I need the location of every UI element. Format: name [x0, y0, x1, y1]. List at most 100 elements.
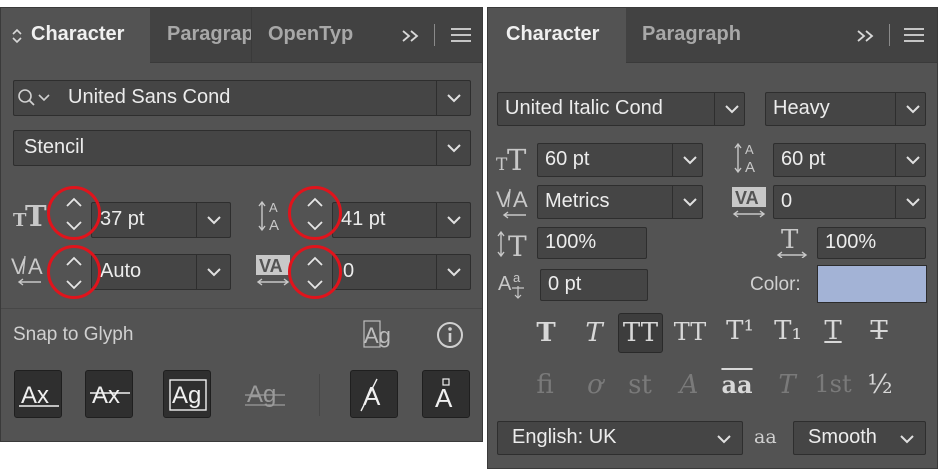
chevron-down-icon[interactable] [714, 93, 744, 125]
tab-character[interactable]: Character [488, 8, 626, 64]
font-size-field[interactable]: 60 pt [537, 143, 703, 177]
tab-paragraph[interactable]: Paragraph [626, 8, 766, 63]
leading-field[interactable]: 60 pt [773, 143, 926, 177]
snap-proximity-button[interactable]: Ag [241, 370, 289, 418]
svg-text:A: A [498, 273, 512, 295]
tracking-dropdown[interactable]: 0 [773, 185, 926, 219]
chevron-down-icon[interactable] [672, 144, 702, 176]
font-style-dropdown[interactable]: Stencil [13, 130, 471, 166]
tab-paragraph[interactable]: Paragrap [151, 8, 251, 63]
vertical-scale-field[interactable]: 100% [537, 227, 647, 259]
tab-character-label: Character [506, 23, 600, 45]
font-size-icon: T T [496, 143, 527, 174]
snap-angular-button[interactable]: A [350, 370, 398, 418]
collapse-arrows-icon[interactable] [11, 27, 23, 45]
snap-glyph-bounds-icon: Ag [169, 379, 207, 411]
leading-value: 41 pt [341, 208, 386, 230]
ordinals-button[interactable]: 1st [810, 370, 856, 406]
tracking-value: 0 [781, 190, 793, 212]
stylistic-alternates-button[interactable]: aa [717, 370, 757, 406]
search-icon[interactable] [17, 88, 55, 110]
chevron-down-icon[interactable] [436, 203, 470, 237]
tracking-dropdown[interactable]: 0 [332, 254, 471, 290]
tab-opentype-label: OpenTyp [268, 23, 354, 45]
chevron-down-icon[interactable] [899, 434, 915, 444]
chevron-down-icon[interactable] [895, 186, 925, 218]
font-size-icon: T T [13, 199, 47, 229]
hamburger-menu-icon[interactable] [904, 27, 924, 43]
character-panel-right: Character Paragraph United Italic Cond H… [487, 7, 938, 469]
chevron-down-icon[interactable] [672, 186, 702, 218]
chevron-down-icon[interactable] [716, 434, 732, 444]
menu-divider [434, 24, 435, 46]
chevron-down-icon[interactable] [196, 255, 230, 289]
kerning-value: Auto [100, 260, 142, 282]
tab-character-label: Character [31, 23, 125, 45]
chevron-down-icon[interactable] [436, 255, 470, 289]
font-size-field[interactable]: 37 pt [91, 202, 231, 238]
anti-aliasing-dropdown[interactable]: Smooth [793, 421, 926, 455]
faux-bold-button[interactable]: T [530, 318, 562, 352]
chevron-down-icon[interactable] [436, 131, 470, 165]
color-swatch[interactable] [817, 265, 927, 303]
svg-text:A: A [363, 381, 381, 411]
fractions-button[interactable]: ½ [862, 370, 898, 406]
highlight-circle [47, 186, 101, 240]
faux-italic-button[interactable]: T [578, 318, 610, 352]
snap-anchor-button[interactable]: A [422, 370, 470, 418]
leading-field[interactable]: 41 pt [332, 202, 471, 238]
section-divider [1, 308, 482, 309]
tracking-icon: VA [256, 255, 290, 286]
chevron-down-icon[interactable] [895, 144, 925, 176]
vertical-scale-value: 100% [545, 231, 597, 253]
snap-glyph-bounds-button[interactable]: Ag [163, 370, 211, 418]
highlight-circle [288, 245, 342, 299]
kerning-icon: V A [496, 187, 528, 219]
double-chevron-right-icon[interactable] [401, 29, 421, 43]
font-family-dropdown[interactable]: United Italic Cond [497, 92, 745, 126]
baseline-shift-field[interactable]: 0 pt [540, 269, 648, 301]
discretionary-ligatures-button[interactable]: st [623, 370, 657, 406]
chevron-down-icon[interactable] [196, 203, 230, 237]
ligatures-button[interactable]: fi [528, 370, 562, 406]
tab-character[interactable]: Character [1, 8, 150, 64]
snap-baseline-button[interactable]: Ax [14, 370, 62, 418]
baseline-shift-icon: A a [498, 270, 524, 299]
subscript-button[interactable]: T₁ [770, 316, 806, 350]
horizontal-scale-field[interactable]: 100% [817, 227, 926, 259]
snap-xheight-button[interactable]: Ax [85, 370, 133, 418]
kerning-value: Metrics [545, 190, 610, 212]
info-icon[interactable] [435, 320, 465, 350]
strikethrough-button[interactable]: T [862, 316, 896, 350]
font-style-dropdown[interactable]: Heavy [765, 92, 926, 126]
snap-glyph-icon[interactable]: Ag [362, 319, 398, 353]
small-caps-button[interactable]: TT [672, 318, 708, 352]
language-dropdown[interactable]: English: UK [497, 421, 743, 455]
baseline-shift-value: 0 pt [548, 273, 582, 295]
left-tab-bar: Character Paragrap OpenTyp [1, 8, 482, 64]
font-family-dropdown[interactable]: United Sans Cond [13, 80, 471, 116]
font-style-value: Stencil [24, 136, 85, 158]
chevron-down-icon[interactable] [436, 81, 470, 115]
font-family-value: United Italic Cond [505, 97, 663, 119]
chevron-down-icon[interactable] [895, 93, 925, 125]
font-style-value: Heavy [773, 97, 830, 119]
kerning-dropdown[interactable]: Auto [91, 254, 231, 290]
tracking-value: 0 [343, 260, 355, 282]
contextual-alternates-button[interactable]: ơ [578, 370, 612, 406]
button-divider [319, 374, 320, 416]
snap-to-glyph-label: Snap to Glyph [13, 324, 134, 345]
font-family-value: United Sans Cond [68, 86, 231, 108]
hamburger-menu-icon[interactable] [451, 27, 471, 43]
vertical-scale-icon: T [497, 230, 527, 260]
double-chevron-right-icon[interactable] [856, 29, 876, 43]
tab-opentype[interactable]: OpenTyp [252, 8, 357, 63]
swash-button[interactable]: A [672, 370, 706, 406]
underline-button[interactable]: T [816, 316, 850, 350]
svg-text:a: a [513, 270, 521, 285]
all-caps-button[interactable]: TT [618, 313, 663, 353]
language-value: English: UK [512, 426, 617, 448]
superscript-button[interactable]: T¹ [722, 316, 758, 350]
kerning-dropdown[interactable]: Metrics [537, 185, 703, 219]
titling-alternates-button[interactable]: T [770, 370, 804, 406]
